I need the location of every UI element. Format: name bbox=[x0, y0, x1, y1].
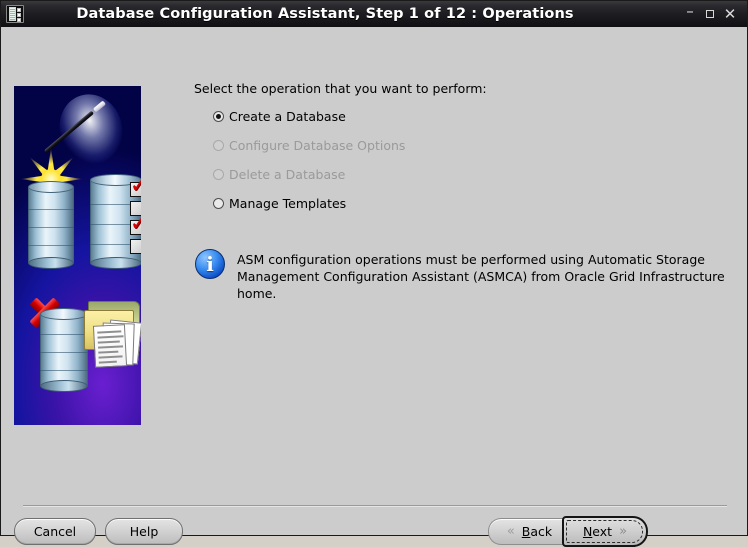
radio-indicator[interactable] bbox=[213, 198, 224, 209]
info-note-line-2: Management Configuration Assistant (ASMC… bbox=[237, 269, 725, 301]
info-note: ASM configuration operations must be per… bbox=[195, 249, 725, 302]
cancel-button-label: Cancel bbox=[33, 524, 77, 539]
cancel-button[interactable]: Cancel bbox=[14, 518, 96, 545]
radio-option-delete-a-database: Delete a Database bbox=[213, 167, 345, 182]
title-bar[interactable]: Database Configuration Assistant, Step 1… bbox=[1, 1, 747, 28]
wizard-navigation: « Back Next » bbox=[488, 516, 648, 547]
database-cylinder-icon bbox=[28, 181, 74, 269]
wizard-illustration: ✓ ✓ bbox=[14, 86, 141, 425]
client-area: ✓ ✓ Select the operation that you want t… bbox=[1, 27, 747, 547]
maximize-icon bbox=[706, 10, 714, 18]
chevron-right-icon: » bbox=[619, 524, 628, 539]
minimize-button[interactable]: – bbox=[680, 0, 700, 30]
next-button-label: Next bbox=[582, 524, 613, 539]
maximize-button[interactable] bbox=[700, 1, 720, 27]
radio-label: Configure Database Options bbox=[229, 138, 406, 153]
radio-label: Manage Templates bbox=[229, 196, 347, 211]
radio-option-configure-database-options: Configure Database Options bbox=[213, 138, 405, 153]
chevron-left-icon: « bbox=[506, 524, 515, 539]
info-icon bbox=[195, 249, 225, 279]
page-title: Select the operation that you want to pe… bbox=[194, 81, 487, 96]
checklist-icon: ✓ ✓ bbox=[130, 175, 141, 258]
next-button[interactable]: Next » bbox=[562, 516, 648, 547]
help-button[interactable]: Help bbox=[105, 518, 183, 545]
radio-option-create-a-database[interactable]: Create a Database bbox=[213, 109, 346, 124]
next-button-label-rest: ext bbox=[592, 524, 613, 539]
window-title: Database Configuration Assistant, Step 1… bbox=[76, 6, 574, 22]
radio-label: Create a Database bbox=[229, 109, 346, 124]
close-button[interactable]: ✕ bbox=[720, 1, 740, 27]
radio-label: Delete a Database bbox=[229, 167, 346, 182]
close-icon: ✕ bbox=[723, 5, 737, 23]
info-note-line-1: ASM configuration operations must be per… bbox=[237, 252, 705, 267]
footer-divider bbox=[23, 505, 727, 507]
radio-indicator[interactable] bbox=[213, 111, 224, 122]
radio-indicator bbox=[213, 140, 224, 151]
dbca-window: Database Configuration Assistant, Step 1… bbox=[0, 0, 748, 547]
database-cylinder-icon bbox=[40, 308, 88, 392]
folder-with-documents-icon bbox=[84, 301, 141, 368]
back-button[interactable]: « Back bbox=[488, 518, 570, 545]
radio-indicator bbox=[213, 169, 224, 180]
back-button-label-rest: ack bbox=[530, 524, 553, 539]
info-note-text: ASM configuration operations must be per… bbox=[237, 249, 725, 302]
help-button-label: Help bbox=[129, 524, 159, 539]
database-app-icon bbox=[6, 5, 24, 23]
back-button-label: Back bbox=[521, 524, 553, 539]
radio-option-manage-templates[interactable]: Manage Templates bbox=[213, 196, 346, 211]
minimize-icon: – bbox=[686, 2, 694, 20]
